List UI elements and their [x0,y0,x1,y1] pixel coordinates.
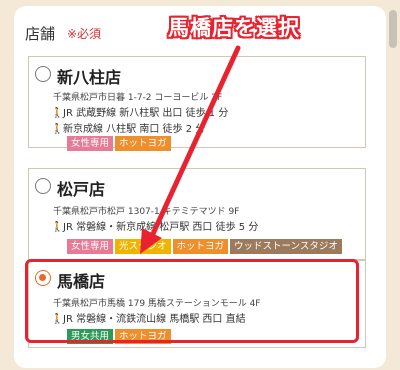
annotation-title: 馬橋店を選択 [168,16,300,40]
selection-highlight-box [25,259,359,343]
